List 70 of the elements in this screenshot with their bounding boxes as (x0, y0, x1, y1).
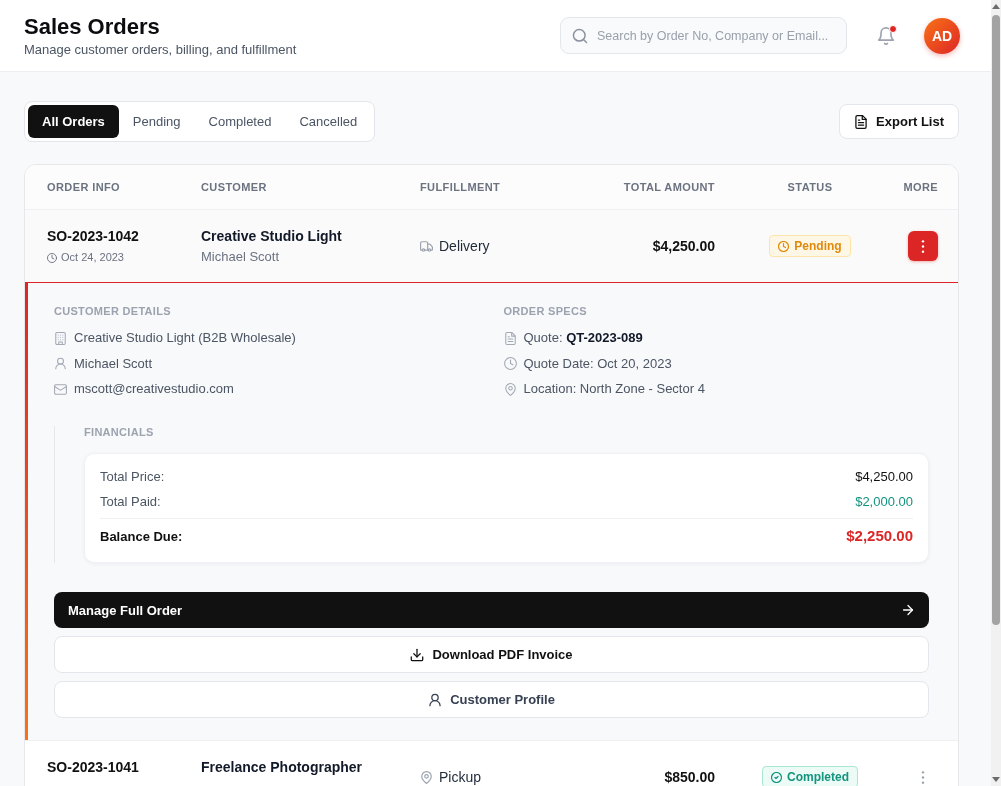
clock-icon (503, 357, 517, 370)
filter-tab[interactable]: Completed (194, 105, 286, 138)
scrollbar[interactable] (991, 0, 1001, 786)
filter-tab[interactable]: Cancelled (285, 105, 372, 138)
column-header: TOTAL AMOUNT (623, 181, 715, 193)
clock-icon (47, 252, 57, 263)
contact-name: Michael Scott (201, 249, 280, 265)
bell-icon[interactable] (877, 26, 895, 45)
column-header: CUSTOMER (201, 181, 267, 193)
filter-tab[interactable]: All Orders (28, 105, 119, 138)
scroll-down-icon[interactable] (992, 777, 1000, 782)
detail-text: Michael Scott (74, 354, 153, 373)
column-header: FULFILLMENT (420, 181, 501, 193)
section-heading: CUSTOMER DETAILS (54, 305, 172, 318)
order-row[interactable]: SO-2023-1041 Freelance Photographer Pickup $850.00 Completed (25, 740, 958, 786)
column-header: ORDER INFO (47, 181, 121, 193)
total-amount: $850.00 (664, 769, 715, 785)
column-header: MORE (903, 181, 938, 193)
document-icon (854, 114, 869, 129)
arrow-right-icon (901, 603, 915, 617)
section-heading: FINANCIALS (84, 426, 155, 439)
detail-text: Location: North Zone - Sector 4 (523, 380, 705, 398)
fulfillment-method: Delivery (439, 238, 490, 254)
page-title: Sales Orders (24, 13, 161, 40)
download-icon (410, 647, 425, 662)
fulfillment-method: Pickup (439, 769, 482, 785)
document-icon (503, 331, 517, 345)
customer-name: Creative Studio Light (201, 227, 342, 245)
scroll-up-icon[interactable] (992, 4, 1000, 9)
total-amount: $4,250.00 (652, 238, 715, 254)
financial-label: Total Price: (100, 468, 165, 486)
user-icon (54, 357, 67, 370)
order-number: SO-2023-1042 (47, 227, 139, 245)
scrollbar-thumb[interactable] (992, 15, 1000, 625)
user-avatar[interactable]: AD (924, 17, 960, 54)
mail-icon (54, 382, 67, 396)
export-button[interactable]: Export List (839, 104, 959, 139)
financial-value: $2,250.00 (846, 527, 913, 545)
map-pin-icon (503, 382, 517, 396)
download-invoice-button[interactable]: Download PDF Invoice (54, 636, 929, 673)
financial-label: Total Paid: (100, 493, 161, 511)
map-pin-icon (420, 770, 433, 784)
financial-label: Balance Due: (100, 528, 183, 546)
customer-profile-button[interactable]: Customer Profile (54, 681, 929, 718)
more-icon (921, 239, 925, 253)
status-badge: Pending (769, 235, 851, 257)
manage-order-button[interactable]: Manage Full Order (54, 592, 929, 628)
detail-text: Quote: QT-2023-089 (523, 329, 643, 347)
customer-name: Freelance Photographer (201, 758, 363, 776)
truck-icon (420, 239, 433, 253)
detail-text: mscott@creativestudio.com (74, 380, 234, 398)
column-header: STATUS (787, 181, 833, 193)
page-subtitle: Manage customer orders, billing, and fulfillment (24, 41, 298, 58)
building-icon (54, 331, 67, 345)
more-button[interactable] (908, 231, 938, 261)
search-icon (572, 27, 588, 44)
status-badge: Completed (762, 766, 858, 786)
clock-icon (778, 240, 790, 252)
order-row[interactable]: SO-2023-1042 Oct 24, 2023 Creative Studio Light Michael Scott Delivery $4,250.00 Pending (25, 209, 958, 282)
financial-value: $2,000.00 (855, 493, 913, 511)
detail-text: Creative Studio Light (B2B Wholesale) (74, 329, 296, 347)
detail-text: Quote Date: Oct 20, 2023 (523, 354, 672, 373)
order-number: SO-2023-1041 (47, 758, 139, 776)
filter-tab[interactable]: Pending (118, 105, 195, 138)
search-field[interactable]: Search by Order No, Company or Email... (560, 17, 847, 54)
order-date: Oct 24, 2023 (61, 250, 124, 265)
financial-value: $4,250.00 (855, 468, 913, 486)
more-icon (921, 770, 925, 784)
user-icon (428, 692, 443, 707)
section-heading: ORDER SPECS (503, 305, 588, 318)
